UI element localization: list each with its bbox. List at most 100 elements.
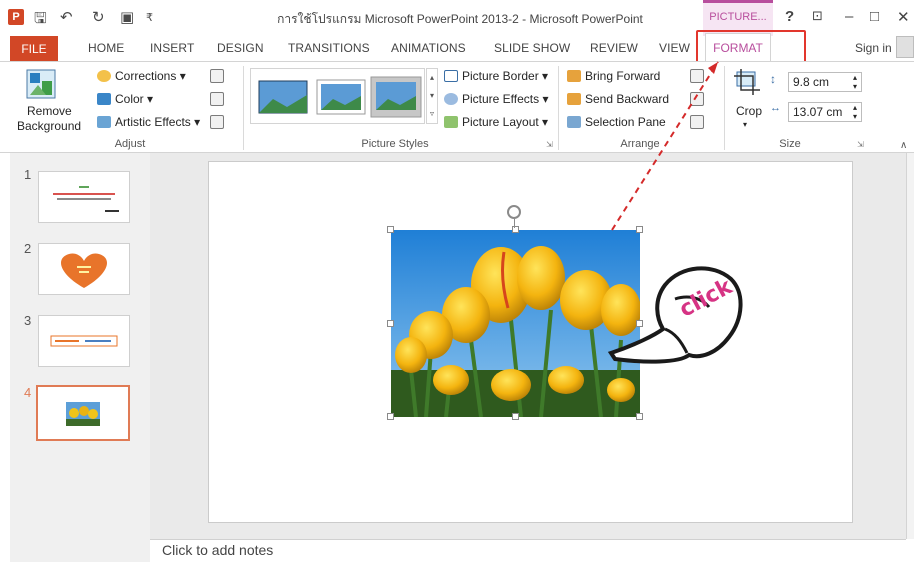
height-spinner[interactable]: 9.8 cm ▴ ▾ <box>788 72 862 92</box>
picture-styles-gallery[interactable] <box>250 68 425 124</box>
spinner-arrows-icon[interactable]: ▴ ▾ <box>853 103 857 121</box>
slide-number: 1 <box>24 167 32 182</box>
help-button[interactable]: ? <box>785 8 794 25</box>
selection-pane-icon <box>567 116 581 128</box>
picture-effects-icon <box>444 93 458 105</box>
group-separator <box>243 66 244 150</box>
rotate-handle-stem <box>514 219 515 228</box>
tulip-picture[interactable] <box>391 230 640 417</box>
sun-icon <box>97 70 111 82</box>
change-picture-icon[interactable] <box>210 92 224 106</box>
height-value: 9.8 cm <box>793 75 830 89</box>
tab-animations[interactable]: ANIMATIONS <box>391 41 466 55</box>
picture-border-label: Picture Border ▾ <box>462 69 549 83</box>
collapse-ribbon-icon[interactable]: ∧ <box>900 140 907 151</box>
slide-number: 3 <box>24 313 32 328</box>
shape-height-icon: ↕ <box>770 72 776 86</box>
picture-border-icon <box>444 70 458 82</box>
click-hand-icon <box>607 266 743 364</box>
crop-label: Crop <box>736 104 763 118</box>
slide-4-preview <box>66 402 100 426</box>
artistic-effects-icon <box>97 116 111 128</box>
width-value: 13.07 cm <box>793 105 843 119</box>
slide-number: 2 <box>24 241 32 256</box>
picture-styles-dialog-launcher-icon[interactable]: ⇲ <box>546 140 553 149</box>
slide-thumbnail-pane: 1 2 3 4 <box>10 153 150 562</box>
spinner-arrows-icon[interactable]: ▴ ▾ <box>853 73 857 91</box>
artistic-effects-button[interactable]: Artistic Effects ▾ <box>97 115 200 129</box>
account-avatar[interactable] <box>896 36 914 58</box>
slide-3-preview <box>50 335 118 347</box>
minimize-button[interactable]: – <box>845 8 853 25</box>
resize-handle-bottom[interactable] <box>512 413 519 420</box>
picture-effects-label: Picture Effects ▾ <box>462 92 549 106</box>
annotation-dashed-arrow <box>611 61 719 231</box>
slide-2-preview <box>61 253 107 288</box>
slide-number: 4 <box>24 385 32 400</box>
remove-background-icon <box>26 69 56 99</box>
corrections-button[interactable]: Corrections ▾ <box>97 69 186 83</box>
picture-styles-group-label: Picture Styles <box>361 138 429 150</box>
sign-in-link[interactable]: Sign in <box>855 41 892 55</box>
crop-dropdown-icon[interactable]: ▾ <box>743 120 747 129</box>
slide-thumbnail-1[interactable] <box>38 171 130 223</box>
undo-icon[interactable]: ↶ <box>60 8 73 26</box>
compress-pictures-icon[interactable] <box>210 69 224 83</box>
tab-slide-show[interactable]: SLIDE SHOW <box>494 41 570 55</box>
picture-style-1 <box>258 80 308 114</box>
group-separator <box>558 66 559 150</box>
tab-transitions[interactable]: TRANSITIONS <box>288 41 370 55</box>
send-backward-icon <box>567 93 581 105</box>
tulip-image <box>391 230 640 417</box>
picture-style-3 <box>370 76 422 118</box>
remove-background-label-1: Remove <box>27 104 72 118</box>
size-dialog-launcher-icon[interactable]: ⇲ <box>857 140 864 149</box>
picture-style-thumbnails <box>258 76 422 118</box>
redo-icon[interactable]: ↻ <box>92 8 105 26</box>
slide-thumbnail-4-selected[interactable] <box>36 385 130 441</box>
crop-button[interactable] <box>733 68 763 98</box>
resize-handle-left[interactable] <box>387 320 394 327</box>
adjust-group-label: Adjust <box>114 138 146 150</box>
width-spinner[interactable]: 13.07 cm ▴ ▾ <box>788 102 862 122</box>
picture-layout-label: Picture Layout ▾ <box>462 115 549 129</box>
window-title: การใช้โปรแกรม Microsoft PowerPoint 2013-… <box>277 12 643 26</box>
crop-icon <box>734 69 760 95</box>
corrections-label: Corrections ▾ <box>115 69 186 83</box>
picture-style-2 <box>316 79 366 115</box>
slide-thumbnail-2[interactable] <box>38 243 130 295</box>
slide-thumbnail-3[interactable] <box>38 315 130 367</box>
bring-forward-icon <box>567 70 581 82</box>
powerpoint-app-icon[interactable]: P <box>8 9 24 25</box>
close-button[interactable]: ✕ <box>897 8 910 26</box>
tab-insert[interactable]: INSERT <box>150 41 194 55</box>
color-button[interactable]: Color ▾ <box>97 92 153 106</box>
tab-home[interactable]: HOME <box>88 41 124 55</box>
picture-layout-button[interactable]: Picture Layout ▾ <box>444 115 548 129</box>
picture-layout-icon <box>444 116 458 128</box>
save-icon[interactable]: 🖫 <box>34 8 47 33</box>
customize-qat-icon[interactable]: ₹ <box>146 11 153 24</box>
notes-placeholder: Click to add notes <box>162 542 274 558</box>
resize-handle-top-left[interactable] <box>387 226 394 233</box>
ribbon: Remove Background Corrections ▾ Color ▾ … <box>0 61 914 153</box>
picture-border-button[interactable]: Picture Border ▾ <box>444 69 548 83</box>
size-group-label: Size <box>779 138 801 150</box>
reset-picture-icon[interactable] <box>210 115 224 129</box>
tab-design[interactable]: DESIGN <box>217 41 264 55</box>
gallery-scroll-buttons[interactable]: ▴ ▾ ▿ <box>426 68 438 124</box>
picture-effects-button[interactable]: Picture Effects ▾ <box>444 92 549 106</box>
remove-background-label-2: Background <box>17 119 82 133</box>
remove-background-button[interactable] <box>25 68 65 106</box>
color-label: Color ▾ <box>115 92 154 106</box>
artistic-effects-label: Artistic Effects ▾ <box>115 115 201 129</box>
maximize-button[interactable]: □ <box>870 8 879 25</box>
vertical-scrollbar[interactable] <box>906 153 914 539</box>
start-slideshow-icon[interactable]: ▣ <box>120 8 134 26</box>
color-icon <box>97 93 111 105</box>
rotate-handle-icon[interactable] <box>507 205 521 219</box>
resize-handle-bottom-right[interactable] <box>636 413 643 420</box>
ribbon-display-options-icon[interactable]: ⊡ <box>812 8 823 24</box>
resize-handle-bottom-left[interactable] <box>387 413 394 420</box>
shape-width-icon: ↔ <box>770 102 781 114</box>
